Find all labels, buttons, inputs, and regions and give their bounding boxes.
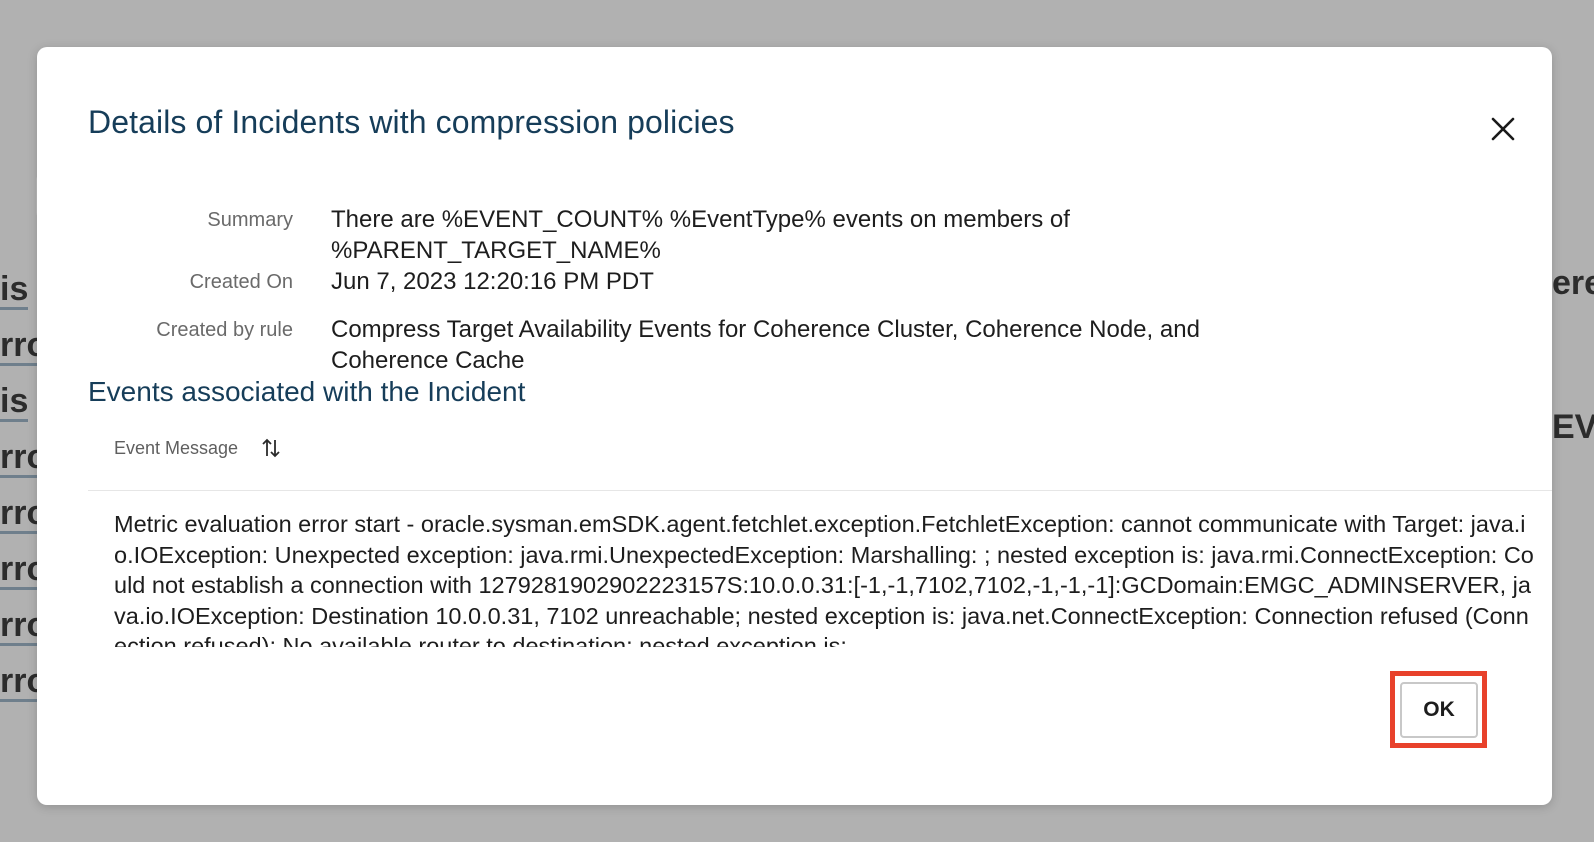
background-text-fragment: rro	[0, 664, 38, 702]
created-by-rule-label: Created by rule	[156, 319, 293, 341]
event-message-column-header[interactable]: Event Message	[114, 437, 282, 459]
table-row: Metric evaluation error start - oracle.s…	[114, 509, 1534, 647]
summary-label: Summary	[207, 209, 293, 231]
background-text-fragment: rro	[0, 552, 38, 590]
column-header-label: Event Message	[114, 437, 239, 458]
close-button[interactable]	[1489, 115, 1517, 143]
background-text-fragment: rro	[0, 440, 38, 478]
sort-icon[interactable]	[260, 437, 282, 459]
detail-row-created-by-rule: Created by rule Compress Target Availabi…	[37, 314, 1552, 376]
created-on-label: Created On	[189, 271, 293, 293]
background-text-fragment: is	[0, 384, 29, 422]
incident-details-dialog: Details of Incidents with compression po…	[37, 47, 1552, 805]
background-text-fragment: EVE	[1552, 410, 1594, 444]
detail-row-created-on: Created On Jun 7, 2023 12:20:16 PM PDT	[37, 266, 1552, 314]
close-icon	[1491, 117, 1515, 141]
event-message-text: Metric evaluation error start - oracle.s…	[114, 511, 1534, 647]
background-text-fragment: rro	[0, 328, 38, 366]
background-text-fragment: is	[0, 272, 29, 310]
dialog-title: Details of Incidents with compression po…	[88, 104, 735, 140]
incident-details: Summary There are %EVENT_COUNT% %EventTy…	[37, 204, 1552, 376]
background-text-fragment: eren	[1552, 266, 1594, 300]
background-text-fragment: rro	[0, 608, 38, 646]
summary-value: There are %EVENT_COUNT% %EventType% even…	[331, 206, 1070, 264]
detail-row-summary: Summary There are %EVENT_COUNT% %EventTy…	[37, 204, 1552, 266]
background-text-fragment: rro	[0, 496, 38, 534]
created-on-value: Jun 7, 2023 12:20:16 PM PDT	[331, 268, 654, 295]
ok-button[interactable]: OK	[1400, 682, 1478, 738]
created-by-rule-value: Compress Target Availability Events for …	[331, 316, 1200, 374]
table-divider	[88, 490, 1552, 491]
events-section-title: Events associated with the Incident	[88, 376, 526, 407]
